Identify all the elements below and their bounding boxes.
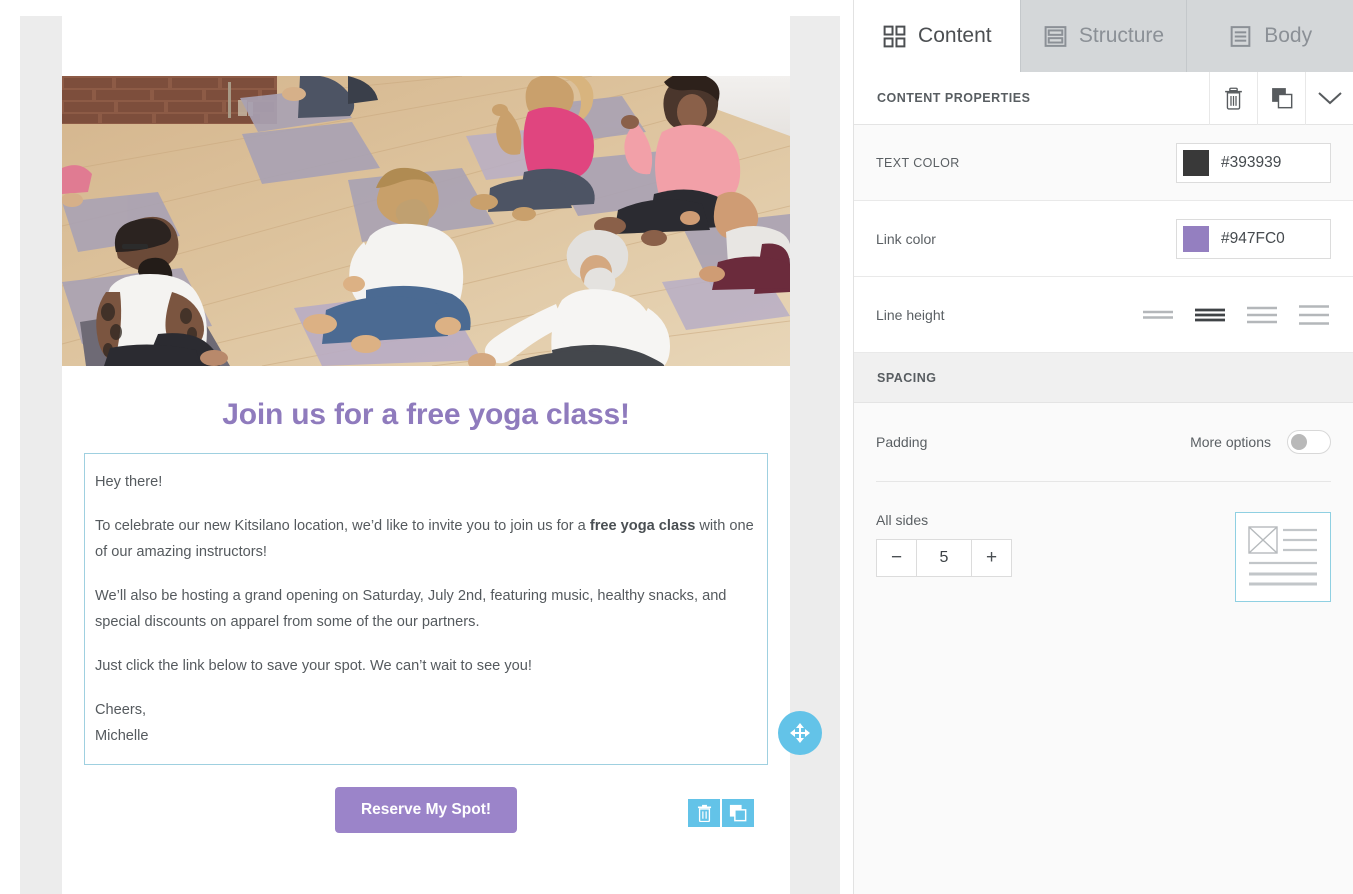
line-height-normal-icon[interactable] (1193, 304, 1227, 326)
padding-decrease-button[interactable]: − (877, 540, 917, 576)
delete-block-button[interactable] (688, 798, 720, 827)
text-color-swatch (1183, 149, 1209, 176)
paragraph-greeting: Hey there! (95, 474, 163, 490)
padding-preview[interactable] (1235, 512, 1331, 602)
all-sides-control: All sides − 5 + (876, 512, 1235, 577)
line-height-options (1141, 304, 1331, 326)
spacing-section-body: Padding More options All sides − 5 + (854, 403, 1353, 894)
chevron-down-icon (1317, 92, 1342, 105)
tab-body[interactable]: Body (1187, 0, 1353, 72)
tab-structure-label: Structure (1078, 24, 1165, 47)
padding-value[interactable]: 5 (917, 540, 971, 576)
duplicate-icon (1271, 88, 1292, 109)
layout-preview-icon (1248, 526, 1317, 586)
email-heading[interactable]: Join us for a free yoga class! (62, 366, 790, 453)
lines-box-icon (1230, 25, 1251, 47)
properties-panel: Content Structure Body CONTENT PROPERTIE… (853, 0, 1353, 894)
line-height-loose-icon[interactable] (1297, 304, 1331, 326)
more-options-toggle[interactable] (1287, 430, 1331, 454)
all-sides-label: All sides (876, 512, 929, 528)
property-row-line-height: Line height (854, 277, 1353, 353)
link-color-swatch (1183, 225, 1209, 252)
reserve-my-spot-button[interactable]: Reserve My Spot! (334, 786, 518, 833)
line-height-compact-icon[interactable] (1141, 304, 1175, 326)
tab-structure[interactable]: Structure (1021, 0, 1188, 72)
invite-text-bold: free yoga class (589, 517, 696, 534)
collapse-panel-button[interactable] (1305, 71, 1353, 125)
email-body: Join us for a free yoga class! Hey there… (62, 16, 822, 894)
cta-button-row: Reserve My Spot! (62, 786, 790, 857)
move-arrows-icon (790, 723, 810, 743)
text-color-field[interactable]: #393939 (1176, 142, 1331, 183)
link-color-label: Link color (876, 230, 936, 247)
text-color-label: TEXT COLOR (876, 155, 960, 170)
property-row-text-color: TEXT COLOR #393939 (854, 125, 1353, 201)
padding-row: Padding More options (876, 403, 1331, 481)
panel-tabs: Content Structure Body (854, 0, 1353, 72)
link-color-field[interactable]: #947FC0 (1176, 218, 1331, 259)
panel-header: CONTENT PROPERTIES (854, 71, 1353, 125)
property-row-link-color: Link color #947FC0 (854, 201, 1353, 277)
duplicate-content-button[interactable] (1257, 71, 1305, 125)
email-canvas: Join us for a free yoga class! Hey there… (20, 16, 840, 894)
tab-content[interactable]: Content (854, 0, 1021, 72)
spacing-divider (876, 481, 1331, 482)
more-options-label: More options (1190, 434, 1271, 450)
text-color-value: #393939 (1221, 153, 1282, 171)
drag-handle[interactable] (778, 711, 822, 755)
email-text-block[interactable]: Hey there! To celebrate our new Kitsilan… (84, 453, 768, 765)
duplicate-icon (729, 804, 747, 822)
line-height-relaxed-icon[interactable] (1245, 304, 1279, 326)
trash-icon (1225, 87, 1242, 110)
email-builder-app: Join us for a free yoga class! Hey there… (0, 0, 1353, 894)
all-sides-row: All sides − 5 + (876, 512, 1331, 602)
paragraph-signoff-1: Cheers, (95, 701, 147, 718)
rows-icon (1044, 25, 1067, 47)
spacing-section-title: SPACING (854, 353, 1353, 403)
tab-content-label: Content (918, 24, 992, 47)
paragraph-grand-opening: We’ll also be hosting a grand opening on… (95, 587, 727, 630)
paragraph-cta-note: Just click the link below to save your s… (95, 657, 532, 674)
link-color-value: #947FC0 (1221, 229, 1285, 247)
duplicate-block-button[interactable] (722, 798, 754, 827)
all-sides-stepper: − 5 + (876, 539, 1012, 577)
line-height-label: Line height (876, 306, 945, 323)
paragraph-signoff-2: Michelle (95, 727, 149, 744)
padding-increase-button[interactable]: + (971, 540, 1011, 576)
block-tools (688, 798, 754, 827)
paragraph-invite: To celebrate our new Kitsilano location,… (95, 514, 757, 566)
grid-squares-icon (883, 25, 906, 47)
hero-image[interactable] (62, 76, 790, 366)
email-canvas-area: Join us for a free yoga class! Hey there… (0, 0, 853, 894)
trash-icon (697, 804, 711, 822)
delete-content-button[interactable] (1209, 71, 1257, 125)
panel-header-title: CONTENT PROPERTIES (877, 91, 1031, 105)
padding-label: Padding (876, 434, 928, 450)
invite-text-before: To celebrate our new Kitsilano location,… (95, 517, 590, 534)
toggle-knob (1291, 434, 1307, 450)
tab-body-label: Body (1264, 24, 1313, 47)
text-block-wrapper: Hey there! To celebrate our new Kitsilan… (62, 453, 822, 765)
